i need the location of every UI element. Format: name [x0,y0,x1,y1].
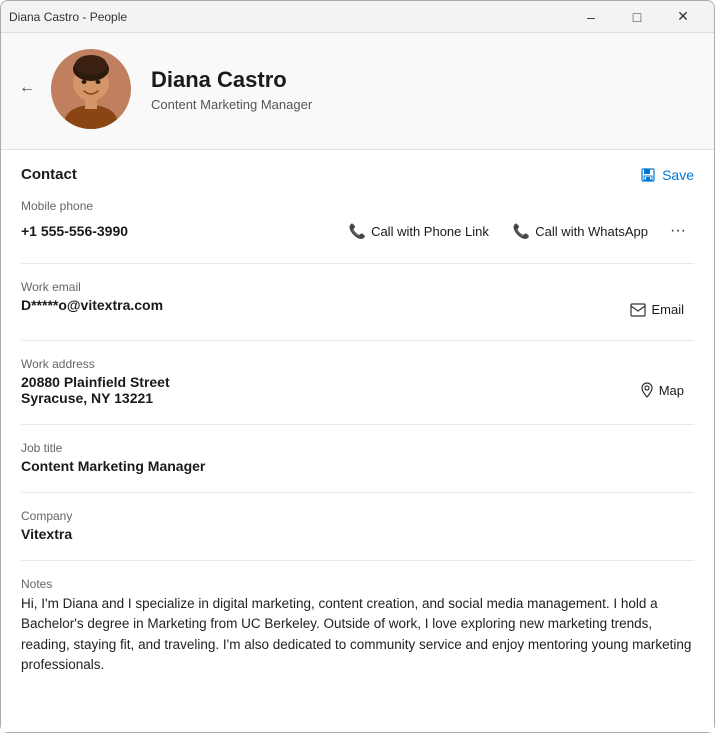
map-action-label: Map [659,383,684,398]
address-row: 20880 Plainfield Street Syracuse, NY 132… [21,374,694,406]
notes-value: Hi, I'm Diana and I specialize in digita… [21,594,694,675]
mobile-phone-value: +1 555-556-3990 [21,223,181,239]
close-button[interactable]: ✕ [660,1,706,33]
job-title-field: Job title Content Marketing Manager [21,441,694,474]
profile-info: Diana Castro Content Marketing Manager [151,67,312,112]
profile-job-title: Content Marketing Manager [151,97,312,112]
company-label: Company [21,509,694,523]
email-icon [630,303,646,317]
main-content: ← [1,33,714,732]
divider-2 [21,340,694,341]
whatsapp-icon: 📞 [513,223,530,240]
email-row: D*****o@vitextra.com Email [21,297,694,322]
work-address-field: Work address 20880 Plainfield Street Syr… [21,357,694,406]
job-title-value: Content Marketing Manager [21,458,694,474]
address-line2: Syracuse, NY 13221 [21,390,630,406]
phone-link-icon: 📞 [349,223,366,240]
maximize-button[interactable]: □ [614,1,660,33]
save-button[interactable]: Save [640,167,694,183]
call-phone-link-label: Call with Phone Link [371,224,489,239]
address-line1: 20880 Plainfield Street [21,374,630,390]
work-email-field: Work email D*****o@vitextra.com Email [21,280,694,322]
minimize-button[interactable]: – [568,1,614,33]
divider-4 [21,492,694,493]
job-title-label: Job title [21,441,694,455]
phone-row: +1 555-556-3990 📞 Call with Phone Link 📞… [21,217,694,245]
call-actions: 📞 Call with Phone Link 📞 Call with Whats… [339,217,694,245]
back-button[interactable]: ← [13,75,41,101]
contact-section-title: Contact [21,166,77,183]
map-icon [640,382,654,398]
work-email-label: Work email [21,280,694,294]
work-email-value: D*****o@vitextra.com [21,297,163,313]
notes-label: Notes [21,577,694,591]
divider-1 [21,263,694,264]
call-whatsapp-label: Call with WhatsApp [535,224,648,239]
email-action-label: Email [651,302,684,317]
window-title: Diana Castro - People [9,10,127,24]
call-with-phone-link-button[interactable]: 📞 Call with Phone Link [339,218,499,245]
email-button[interactable]: Email [620,297,694,322]
contact-section-header: Contact Save [21,166,694,183]
divider-5 [21,560,694,561]
profile-header: ← [1,33,714,150]
company-field: Company Vitextra [21,509,694,542]
company-value: Vitextra [21,526,694,542]
mobile-phone-field: Mobile phone +1 555-556-3990 📞 Call with… [21,199,694,245]
profile-name: Diana Castro [151,67,312,93]
work-address-label: Work address [21,357,694,371]
details-section: Contact Save Mobile phone +1 555-556-399… [1,150,714,732]
address-text: 20880 Plainfield Street Syracuse, NY 132… [21,374,630,406]
window-controls: – □ ✕ [568,1,706,33]
divider-3 [21,424,694,425]
avatar [51,49,131,129]
map-button[interactable]: Map [630,377,694,403]
more-options-button[interactable]: ··· [662,217,694,245]
notes-field: Notes Hi, I'm Diana and I specialize in … [21,577,694,675]
save-icon [640,167,656,183]
mobile-phone-label: Mobile phone [21,199,694,213]
title-bar: Diana Castro - People – □ ✕ [1,1,714,33]
call-with-whatsapp-button[interactable]: 📞 Call with WhatsApp [503,218,658,245]
